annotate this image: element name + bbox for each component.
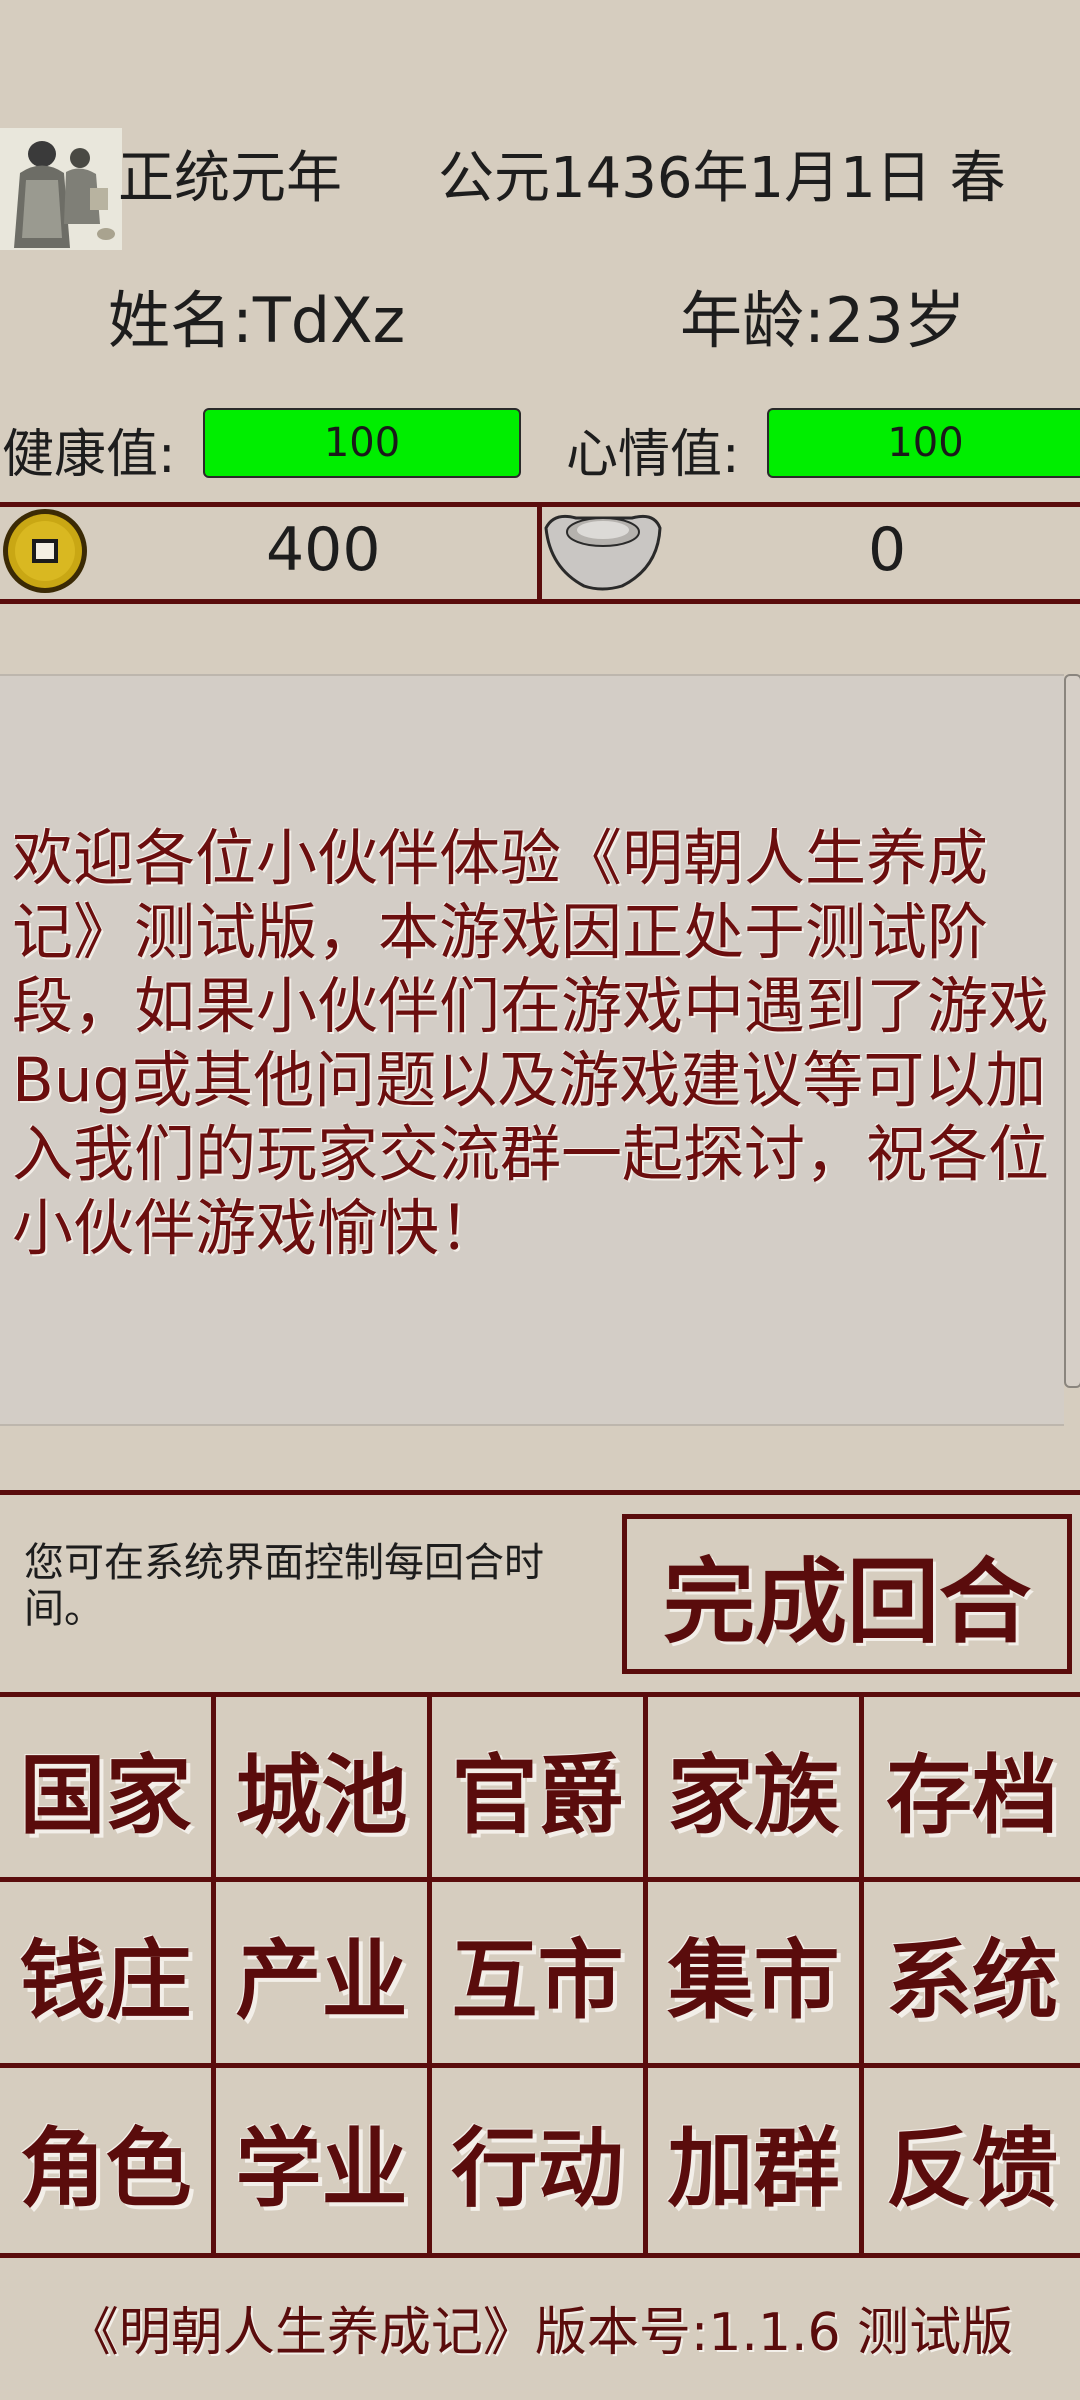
name-text: 姓名:TdXz [108, 284, 406, 357]
menu-character[interactable]: 角色 [0, 2067, 216, 2253]
menu-industry[interactable]: 产业 [216, 1882, 432, 2068]
menu-family[interactable]: 家族 [648, 1697, 864, 1883]
divider [0, 1490, 1080, 1495]
menu-city[interactable]: 城池 [216, 1697, 432, 1883]
menu-feedback[interactable]: 反馈 [864, 2068, 1080, 2253]
menu-market[interactable]: 集市 [648, 1882, 864, 2068]
avatar[interactable] [0, 128, 122, 250]
menu-join-group[interactable]: 加群 [648, 2067, 864, 2253]
menu-system[interactable]: 系统 [864, 1882, 1080, 2068]
health-label: 健康值: [2, 425, 176, 485]
mood-label: 心情值: [566, 425, 740, 485]
age-text: 年龄:23岁 [680, 284, 966, 357]
menu-study[interactable]: 学业 [216, 2067, 432, 2253]
menu-save[interactable]: 存档 [864, 1697, 1080, 1883]
health-value: 100 [323, 420, 401, 466]
silver-ingot-icon [542, 508, 664, 594]
menu-trade[interactable]: 互市 [432, 1882, 648, 2068]
menu-bank[interactable]: 钱庄 [0, 1882, 216, 2068]
message-scrollbar[interactable] [1064, 674, 1080, 1388]
finish-turn-button[interactable]: 完成回合 [622, 1514, 1072, 1674]
mood-value: 100 [887, 420, 964, 466]
copper-coin-icon [0, 508, 92, 594]
date-text: 公元1436年1月1日 春 [438, 146, 1006, 211]
menu-official-rank[interactable]: 官爵 [432, 1697, 648, 1883]
health-bar: 100 [203, 408, 521, 478]
coin-amount: 400 [266, 515, 381, 585]
welcome-message: 欢迎各位小伙伴体验《明朝人生养成记》测试版，本游戏因正处于测试阶段，如果小伙伴们… [12, 823, 1050, 1264]
turn-hint: 您可在系统界面控制每回合时间。 [24, 1540, 544, 1632]
menu-action[interactable]: 行动 [432, 2067, 648, 2253]
era-text: 正统元年 [118, 146, 342, 211]
silver-amount: 0 [868, 515, 907, 585]
mood-bar: 100 [767, 408, 1080, 478]
main-menu-grid: 国家 城池 官爵 家族 存档 钱庄 产业 互市 集市 系统 角色 学业 行动 加… [0, 1692, 1080, 2258]
menu-country[interactable]: 国家 [0, 1697, 216, 1883]
version-footer: 《明朝人生养成记》版本号:1.1.6 测试版 [66, 2303, 1014, 2363]
